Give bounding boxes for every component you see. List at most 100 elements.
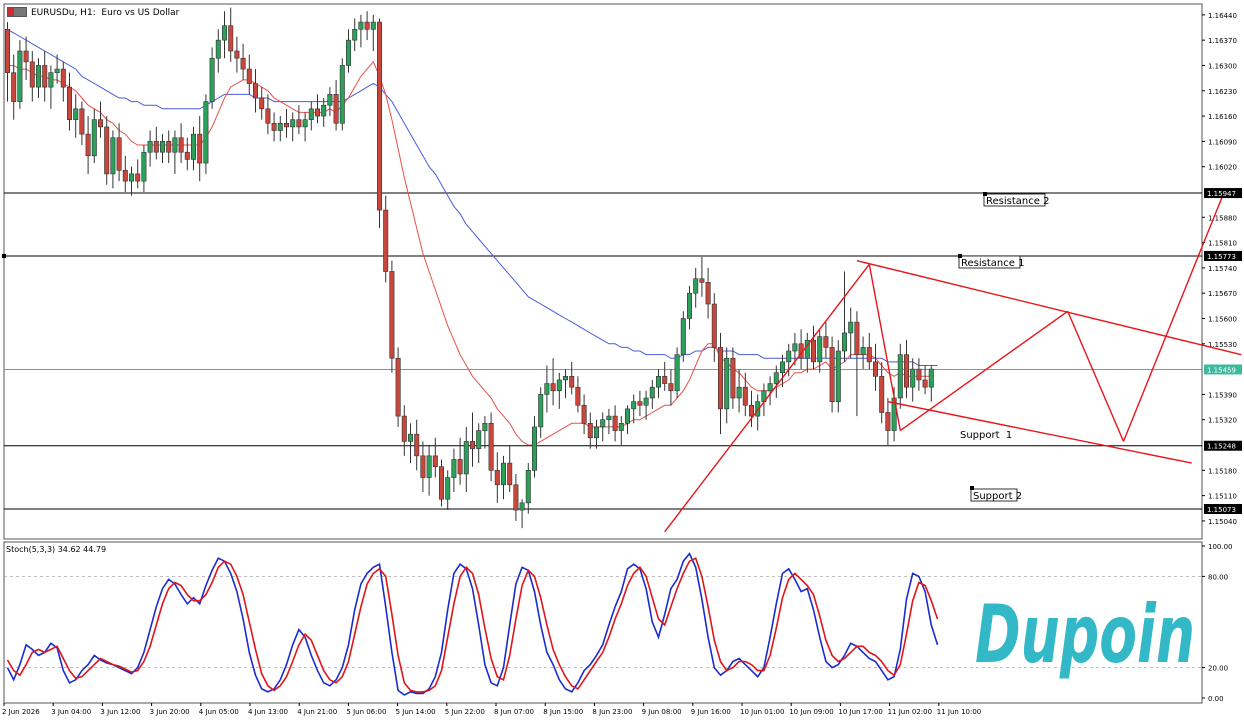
candle-body <box>345 39 351 66</box>
price-tag-label: 1.15459 <box>1207 366 1236 374</box>
candle-body <box>631 401 637 410</box>
candle-body <box>191 133 197 160</box>
candle-body <box>668 383 674 392</box>
candle-body <box>488 423 494 471</box>
candle-body <box>265 108 271 124</box>
candle-body <box>358 21 364 30</box>
price-tick-label: 1.15600 <box>1208 315 1237 323</box>
candle-body <box>48 72 54 88</box>
time-tick-label: 3 Jun 04:00 <box>51 708 91 716</box>
candle-body <box>314 108 320 117</box>
price-tag-label: 1.15248 <box>1207 443 1236 451</box>
candle-body <box>848 321 854 334</box>
candle-body <box>110 137 116 175</box>
chart-window: 1.16440 1.16370 1.16300 1.16230 1.16160 1.160… <box>0 0 1244 721</box>
candle-body <box>618 423 624 431</box>
candle-body <box>519 502 525 511</box>
candle-body <box>786 350 792 363</box>
candle-body <box>823 336 829 348</box>
candle-body <box>29 61 35 88</box>
candle-body <box>910 368 916 388</box>
price-tick-label: 1.15390 <box>1208 391 1237 399</box>
candle-body <box>91 119 97 157</box>
candle-body <box>308 108 314 120</box>
time-tick-label: 3 Jun 20:00 <box>150 708 190 716</box>
time-tick-label: 4 Jun 13:00 <box>248 708 288 716</box>
candle-body <box>841 332 847 352</box>
candle-body <box>5 29 11 73</box>
candle-body <box>525 470 531 504</box>
time-tick-label: 5 Jun 22:00 <box>445 708 485 716</box>
candle-body <box>835 350 841 402</box>
price-tag-label: 1.15773 <box>1207 253 1236 261</box>
price-tick-label: 1.15180 <box>1208 467 1237 475</box>
price-tick-label: 1.15810 <box>1208 240 1237 248</box>
candle-body <box>469 441 475 449</box>
time-tick-label: 10 Jun 17:00 <box>838 708 882 716</box>
candle-body <box>643 397 649 406</box>
time-tick-label: 9 Jun 16:00 <box>691 708 731 716</box>
candle-body <box>147 141 153 153</box>
candle-body <box>283 122 289 128</box>
time-tick-label: 8 Jun 15:00 <box>543 708 583 716</box>
candle-body <box>135 173 141 182</box>
candle-body <box>810 339 816 363</box>
candle-body <box>104 126 110 175</box>
candle-body <box>209 57 215 102</box>
candle-body <box>116 137 122 171</box>
chart-title: EURUSDu, H1: Euro vs US Dollar <box>31 8 180 18</box>
candle-body <box>253 83 259 99</box>
candle-body <box>531 426 537 471</box>
candle-body <box>141 151 147 182</box>
candle-body <box>35 65 41 88</box>
candle-body <box>829 347 835 402</box>
time-tick-label: 11 Jun 10:00 <box>937 708 981 716</box>
candle-body <box>414 433 420 457</box>
candle-body <box>513 484 519 511</box>
candle-body <box>98 119 104 128</box>
candle-body <box>364 21 370 30</box>
candle-body <box>705 282 711 305</box>
stoch-tick-label: 20.00 <box>1208 665 1228 673</box>
candle-body <box>153 141 159 153</box>
candle-body <box>872 361 878 377</box>
candle-body <box>160 141 166 153</box>
time-tick-label: 8 Jun 23:00 <box>592 708 632 716</box>
candle-body <box>866 347 872 363</box>
stoch-title: Stoch(5,3,3) 34.62 44.79 <box>6 545 106 554</box>
candle-body <box>389 271 395 359</box>
time-tick-label: 9 Jun 08:00 <box>642 708 682 716</box>
candle-body <box>587 423 593 439</box>
candle-body <box>699 278 705 283</box>
candle-body <box>612 415 618 431</box>
candle-body <box>67 86 73 120</box>
candle-body <box>879 376 885 413</box>
candle-body <box>178 137 184 153</box>
candle-body <box>60 68 66 88</box>
candle-body <box>197 133 203 164</box>
candle-body <box>922 379 928 388</box>
candle-body <box>401 415 407 442</box>
candle-body <box>494 470 500 486</box>
label-support-1: Support 1 <box>960 430 1012 441</box>
candle-body <box>17 50 23 102</box>
candle-body <box>482 423 488 431</box>
label-support-2: Support 2 <box>973 491 1022 502</box>
candle-body <box>600 419 606 428</box>
candle-body <box>476 430 482 449</box>
price-tick-label: 1.16020 <box>1208 164 1237 172</box>
candle-body <box>606 415 612 421</box>
candle-body <box>321 104 327 117</box>
candle-body <box>296 119 302 128</box>
candle-body <box>215 39 221 59</box>
chart-title-bar: EURUSDu, H1: Euro vs US Dollar <box>7 7 180 18</box>
candle-body <box>897 354 903 399</box>
candle-body <box>234 50 240 59</box>
candle-body <box>624 408 630 424</box>
candle-body <box>885 412 891 431</box>
flag-icon <box>7 7 27 17</box>
candle-body <box>686 292 692 319</box>
time-tick-label: 10 Jun 09:00 <box>789 708 833 716</box>
candle-body <box>420 455 426 478</box>
candle-body <box>85 133 91 157</box>
